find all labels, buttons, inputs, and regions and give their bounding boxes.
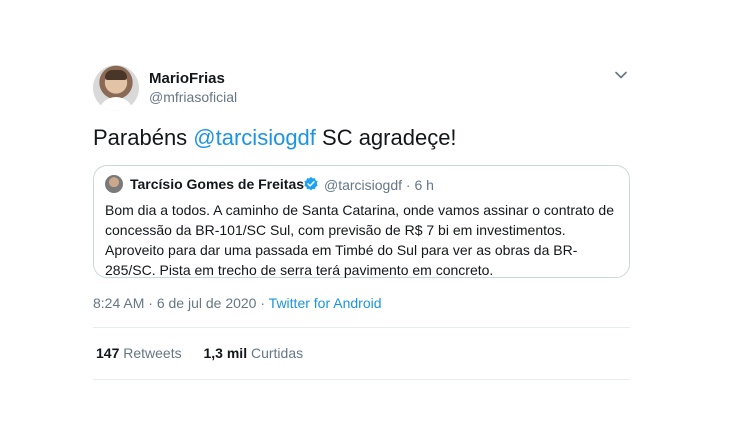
divider [93,327,630,328]
likes-count: 1,3 mil [203,345,248,361]
quoted-author-handle: @tarcisiogdf [324,177,403,193]
verified-badge-icon [304,177,318,191]
quoted-author-avatar [105,175,123,193]
tweet-source-link[interactable]: Twitter for Android [269,295,382,311]
likes-stat[interactable]: 1,3 mil Curtidas [204,345,304,361]
chevron-down-icon[interactable] [614,68,628,82]
tweet-header: MarioFrias @mfriasoficial [77,55,642,117]
quoted-meta: @tarcisiogdf · 6 h [324,177,434,193]
author-name[interactable]: MarioFrias [149,70,225,87]
quoted-time: 6 h [414,177,434,193]
tweet-mention-link[interactable]: @tarcisiogdf [193,125,316,150]
tweet-card: MarioFrias @mfriasoficial Parabéns @tarc… [77,55,642,380]
quoted-text-line: concessão da BR-101/SC Sul, com previsão… [105,222,566,238]
retweets-count: 147 [96,345,120,361]
tweet-meta: 8:24 AM · 6 de jul de 2020 · Twitter for… [93,295,382,311]
avatar-shirt [98,97,134,111]
retweets-label: Retweets [123,345,182,361]
meta-separator: · [260,295,266,311]
quoted-author-name: Tarcísio Gomes de Freitas [130,176,305,192]
author-handle[interactable]: @mfriasoficial [149,89,237,105]
tweet-text-after: SC agradeçe! [315,125,457,150]
quoted-separator: · [405,177,411,193]
tweet-date[interactable]: 6 de jul de 2020 [157,295,257,311]
quoted-text-line: Bom dia a todos. A caminho de Santa Cata… [105,202,614,218]
author-avatar[interactable] [93,65,139,111]
quoted-text-line: 285/SC. Pista em trecho de serra terá pa… [105,262,494,278]
tweet-text-before: Parabéns [93,125,194,150]
retweets-stat[interactable]: 147 Retweets [96,345,182,361]
divider [93,379,630,380]
tweet-stats: 147 Retweets 1,3 mil Curtidas [96,345,321,361]
likes-label: Curtidas [250,345,304,361]
quoted-text-line: Aproveito para dar uma passada em Timbé … [105,242,578,258]
meta-separator: · [148,295,153,311]
quoted-tweet[interactable]: Tarcísio Gomes de Freitas @tarcisiogdf ·… [93,165,630,278]
quoted-text: Bom dia a todos. A caminho de Santa Cata… [105,200,625,280]
tweet-text: Parabéns @tarcisiogdf SC agradeçe! [93,125,457,151]
avatar-hair [105,70,127,80]
tweet-time[interactable]: 8:24 AM [93,295,144,311]
